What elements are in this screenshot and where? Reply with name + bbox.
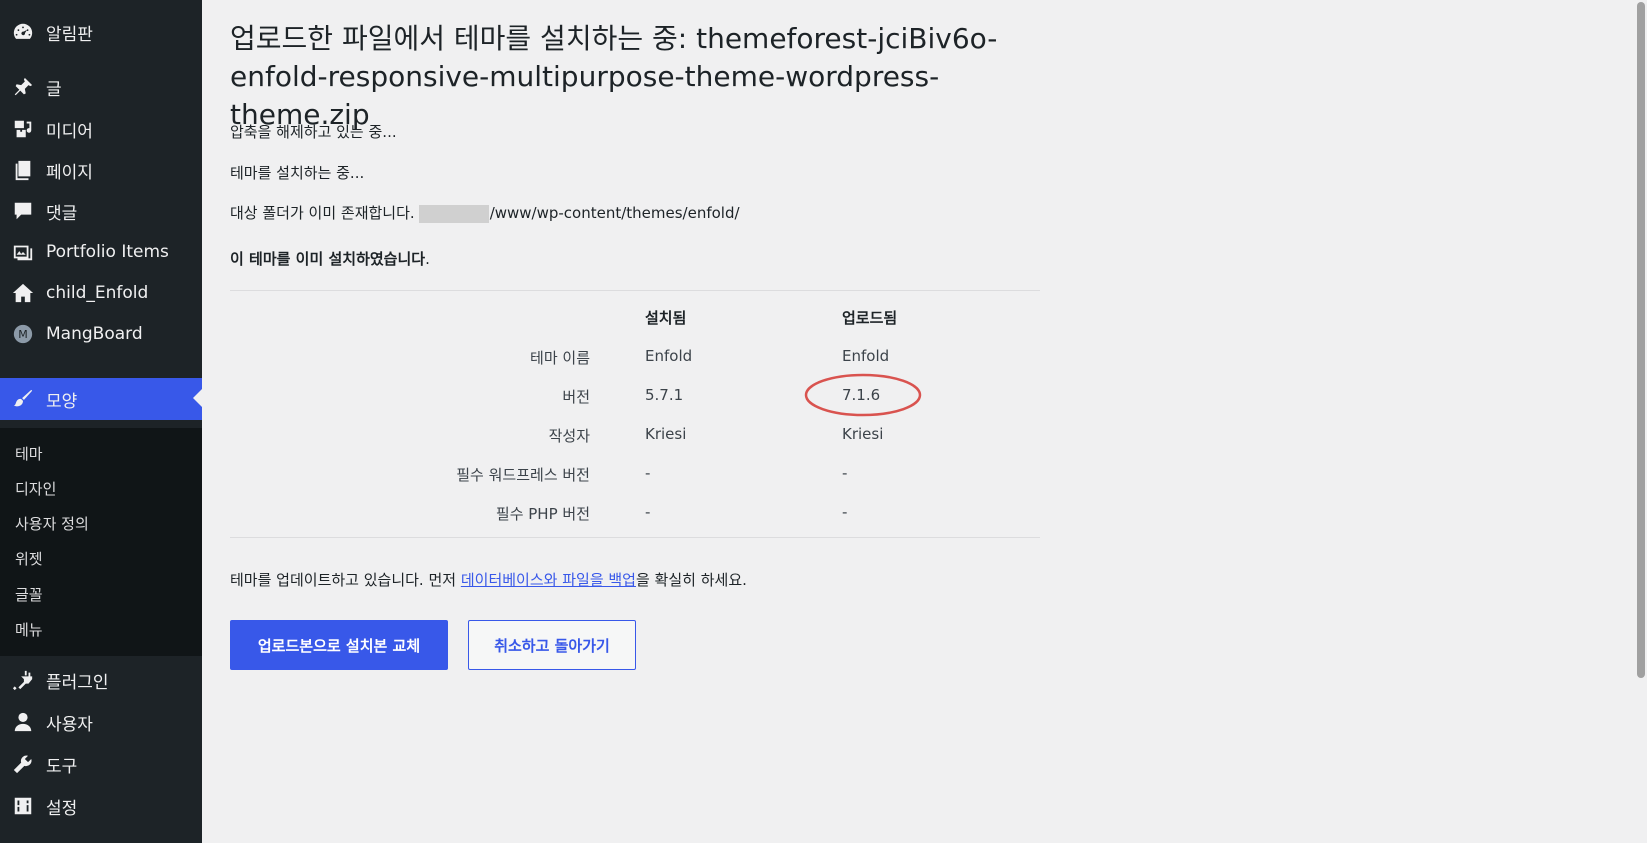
row-label-theme-name: 테마 이름	[530, 349, 590, 367]
table-bottom-divider	[230, 537, 1040, 538]
sidebar-item-dashboard[interactable]: 알림판	[0, 12, 202, 52]
sidebar-item-label: 페이지	[46, 162, 93, 183]
column-header-uploaded: 업로드됨	[842, 309, 898, 327]
installed-required-php: -	[645, 503, 651, 521]
row-label-required-php-version: 필수 PHP 버전	[495, 505, 590, 523]
uploaded-author: Kriesi	[842, 425, 884, 443]
media-icon	[11, 117, 35, 141]
uploaded-theme-name: Enfold	[842, 347, 890, 365]
sidebar-item-label: MangBoard	[46, 324, 143, 344]
user-icon	[11, 710, 35, 734]
installed-theme-name: Enfold	[645, 347, 693, 365]
sidebar-item-label: 모양	[46, 391, 78, 412]
red-circle-annotation	[804, 373, 922, 417]
installed-version: 5.7.1	[645, 386, 684, 404]
vertical-scrollbar[interactable]	[1635, 0, 1647, 843]
column-header-installed: 설치됨	[645, 309, 687, 327]
row-label-author: 작성자	[548, 427, 590, 445]
notice-prefix: 테마를 업데이트하고 있습니다. 먼저	[230, 571, 461, 589]
sidebar-item-pages[interactable]: 페이지	[0, 150, 202, 190]
backup-notice: 테마를 업데이트하고 있습니다. 먼저 데이터베이스와 파일을 백업을 확실히 …	[230, 569, 747, 590]
home-icon	[11, 281, 35, 305]
portfolio-icon	[11, 240, 35, 264]
paintbrush-icon	[11, 387, 35, 411]
redacted-path-block	[418, 204, 489, 223]
status-installing: 테마를 설치하는 중...	[230, 164, 365, 182]
submenu-item-widgets[interactable]: 위젯	[15, 548, 43, 569]
sidebar-item-plugins[interactable]: 플러그인	[0, 660, 202, 700]
sidebar-item-label: 글	[46, 79, 62, 100]
status-folder-exists: 대상 폴더가 이미 존재합니다. /www/wp-content/themes/e…	[230, 202, 740, 223]
sidebar-item-tools[interactable]: 도구	[0, 744, 202, 784]
sidebar-item-portfolio-items[interactable]: Portfolio Items	[0, 232, 202, 272]
svg-text:M: M	[18, 328, 28, 341]
already-installed-text: 이 테마를 이미 설치하였습니다	[230, 250, 426, 268]
submenu-item-design[interactable]: 디자인	[15, 478, 56, 499]
sidebar-item-label: Portfolio Items	[46, 242, 169, 262]
sidebar-item-posts[interactable]: 글	[0, 67, 202, 107]
table-top-divider	[230, 290, 1040, 291]
installed-author: Kriesi	[645, 425, 687, 443]
settings-icon	[11, 794, 35, 818]
sidebar-item-mangboard[interactable]: M MangBoard	[0, 314, 202, 354]
wrench-icon	[11, 752, 35, 776]
row-label-version: 버전	[562, 388, 590, 406]
pages-icon	[11, 158, 35, 182]
page-title: 업로드한 파일에서 테마를 설치하는 중: themeforest-jciBiv…	[230, 22, 998, 131]
submenu-item-fonts[interactable]: 글꼴	[15, 584, 43, 605]
sidebar-item-media[interactable]: 미디어	[0, 109, 202, 149]
pushpin-icon	[11, 75, 35, 99]
sidebar-item-label: 도구	[46, 756, 78, 777]
comment-icon	[11, 199, 35, 223]
row-label-required-wp-version: 필수 워드프레스 버전	[456, 466, 590, 484]
sidebar-item-child-enfold[interactable]: child_Enfold	[0, 273, 202, 313]
submenu-item-menus[interactable]: 메뉴	[15, 619, 43, 640]
sidebar-item-appearance[interactable]: 모양	[0, 378, 202, 420]
sidebar-item-comments[interactable]: 댓글	[0, 191, 202, 231]
submenu-item-themes[interactable]: 테마	[15, 443, 43, 464]
notice-suffix: 을 확실히 하세요.	[635, 571, 747, 589]
folder-path: /www/wp-content/themes/enfold/	[489, 204, 740, 222]
backup-link[interactable]: 데이터베이스와 파일을 백업	[461, 571, 636, 589]
uploaded-required-php: -	[842, 503, 848, 521]
sidebar-item-label: 설정	[46, 798, 78, 819]
submenu-item-customize[interactable]: 사용자 정의	[15, 513, 89, 534]
sidebar-item-label: 댓글	[46, 203, 78, 224]
sidebar-item-label: 미디어	[46, 121, 93, 142]
status-already-installed: 이 테마를 이미 설치하였습니다.	[230, 248, 430, 269]
admin-sidebar: 알림판 글 미디어 페이지 댓글 Portfolio Items child_E…	[0, 0, 202, 843]
sidebar-item-label: 플러그인	[46, 672, 109, 693]
sidebar-item-label: child_Enfold	[46, 283, 149, 303]
appearance-submenu: 테마 디자인 사용자 정의 위젯 글꼴 메뉴	[0, 428, 202, 656]
sidebar-item-settings[interactable]: 설정	[0, 786, 202, 826]
already-installed-period: .	[425, 250, 430, 268]
scrollbar-thumb[interactable]	[1637, 2, 1645, 678]
sidebar-item-label: 알림판	[46, 24, 93, 45]
installed-required-wp: -	[645, 464, 651, 482]
status-unpacking: 압축을 해제하고 있는 중...	[230, 123, 397, 141]
uploaded-required-wp: -	[842, 464, 848, 482]
sidebar-item-label: 사용자	[46, 714, 93, 735]
mangboard-logo-icon: M	[11, 322, 35, 346]
cancel-go-back-button[interactable]: 취소하고 돌아가기	[468, 620, 636, 670]
folder-exists-text: 대상 폴더가 이미 존재합니다.	[230, 204, 415, 222]
sidebar-item-users[interactable]: 사용자	[0, 702, 202, 742]
plugin-icon	[11, 668, 35, 692]
dashboard-icon	[11, 20, 35, 44]
replace-installed-button[interactable]: 업로드본으로 설치본 교체	[230, 620, 448, 670]
